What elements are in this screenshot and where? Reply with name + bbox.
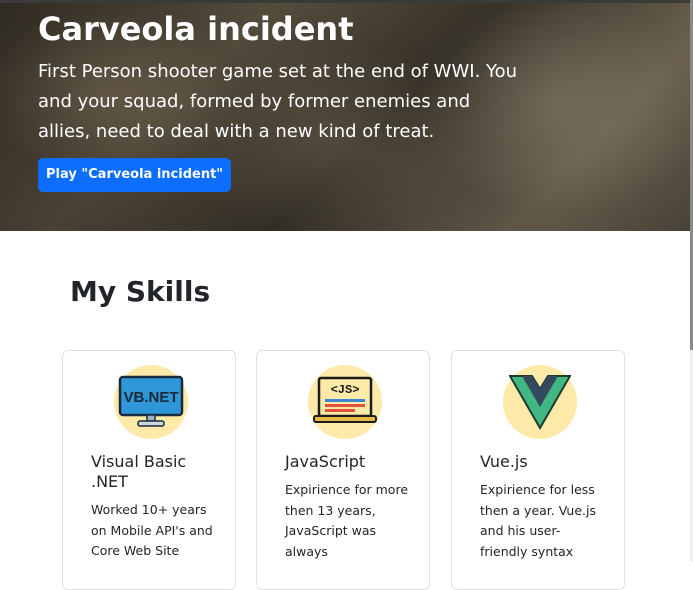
skill-card-title: Vue.js bbox=[480, 452, 528, 471]
vbnet-monitor-icon: VB.NET bbox=[114, 365, 188, 439]
skill-card-vuejs: Vue.js Expirience for less then a year. … bbox=[451, 350, 625, 590]
skills-heading: My Skills bbox=[70, 275, 211, 308]
skill-card-title: Visual Basic .NET bbox=[91, 452, 187, 491]
skill-card-text: Worked 10+ years on Mobile API's and Cor… bbox=[91, 502, 213, 559]
vbnet-icon-text: VB.NET bbox=[123, 389, 178, 406]
skill-card-title: JavaScript bbox=[285, 452, 366, 471]
skill-card-text: Expirience for more then 13 years, JavaS… bbox=[285, 482, 409, 560]
javascript-laptop-icon: <JS> bbox=[308, 365, 382, 439]
hero-title: Carveola incident bbox=[38, 10, 354, 48]
play-game-button[interactable]: Play "Carveola incident" bbox=[38, 158, 232, 192]
skill-card-javascript: <JS> JavaScript Expirience for more then… bbox=[256, 350, 430, 590]
skill-card-text: Expirience for less then a year. Vue.js … bbox=[480, 482, 597, 560]
hero-banner: Carveola incident First Person shooter g… bbox=[0, 3, 690, 231]
skill-card-vbnet: VB.NET Visual Basic .NET Worked 10+ year… bbox=[62, 350, 236, 590]
hero-description: First Person shooter game set at the end… bbox=[38, 61, 518, 142]
vue-logo-icon bbox=[503, 365, 577, 439]
javascript-icon-text: <JS> bbox=[331, 383, 360, 397]
